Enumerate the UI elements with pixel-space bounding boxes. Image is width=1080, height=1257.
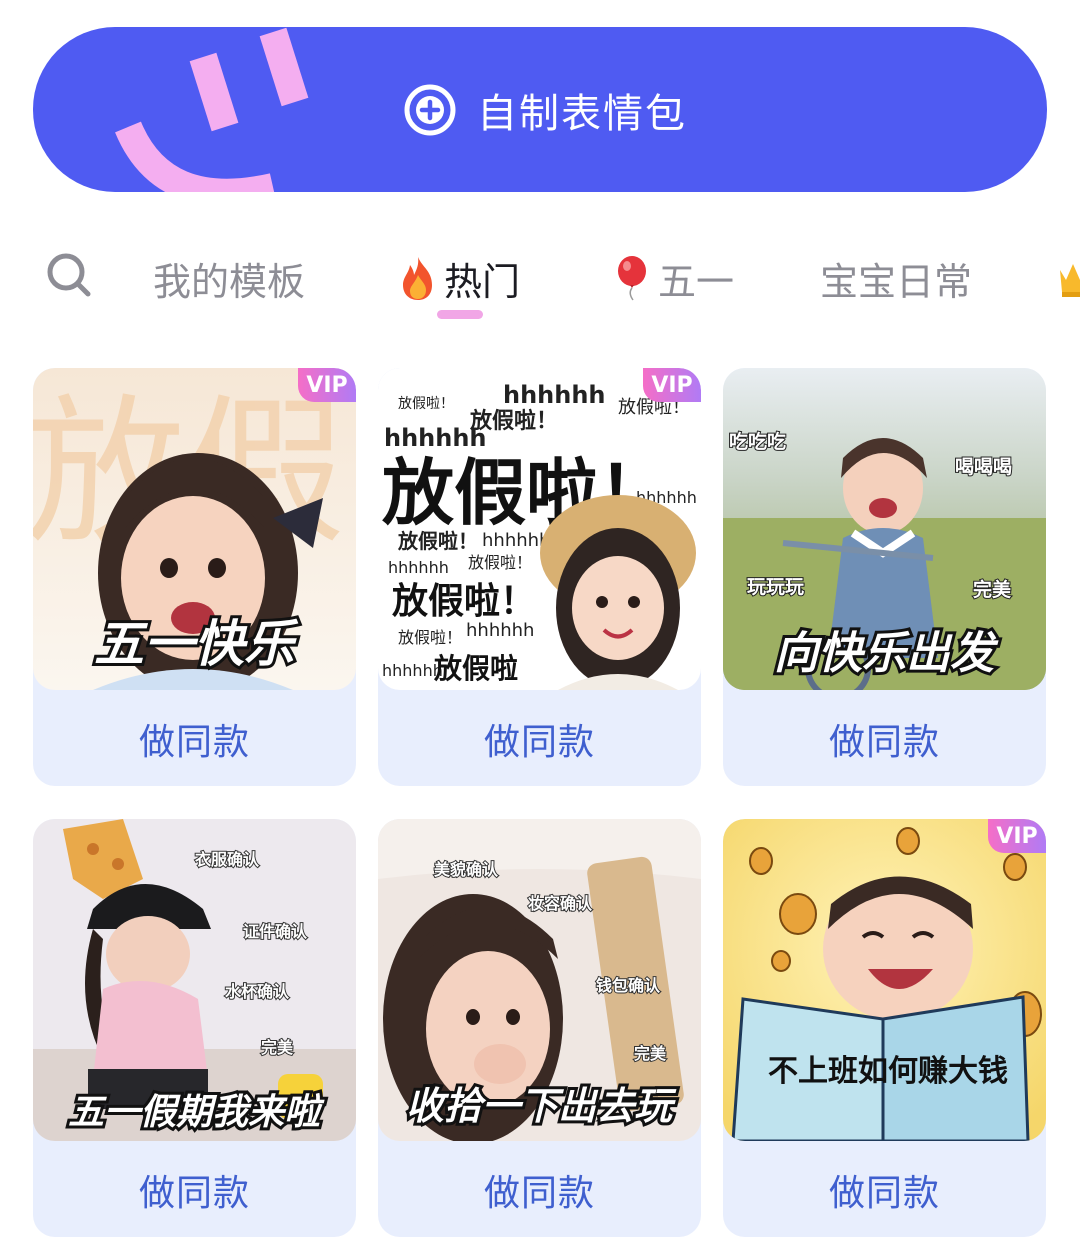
sticker-text: 喝喝喝 <box>955 456 1012 478</box>
tab-label: 宝宝日常 <box>820 259 973 304</box>
make-same-button[interactable]: 做同款 <box>33 1142 356 1237</box>
sticker-text: 钱包确认 <box>596 976 661 995</box>
plus-circle-icon <box>404 84 456 135</box>
sticker-text: 衣服确认 <box>195 850 260 869</box>
sticker-text: 妆容确认 <box>528 894 593 913</box>
make-same-button[interactable]: 做同款 <box>723 691 1046 786</box>
background-text: hhhhhh <box>503 381 606 409</box>
svg-text:放假啦: 放假啦 <box>433 652 518 685</box>
sticker-text: 美貌确认 <box>434 860 499 879</box>
tab-may-day[interactable]: 五一 <box>612 248 734 308</box>
template-thumbnail: 放假 五一快乐 VIP <box>33 368 356 690</box>
make-same-button[interactable]: 做同款 <box>378 1142 701 1237</box>
sticker-text: 完美 <box>634 1044 667 1063</box>
template-caption: 五一假期我来啦 <box>68 1092 325 1133</box>
template-card[interactable]: 放假 五一快乐 VIP 做同款 <box>33 368 356 786</box>
category-tab-bar: 我的模板 热门 五一 宝宝日常 <box>0 228 1080 328</box>
fire-icon <box>403 257 432 300</box>
svg-text:放假啦！: 放假啦！ <box>397 529 478 553</box>
template-caption: 五一快乐 <box>94 615 299 673</box>
tab-label: 热门 <box>444 259 521 304</box>
sticker-text: 完美 <box>261 1038 294 1057</box>
template-thumbnail: 不上班如何赚大钱 VIP <box>723 819 1046 1141</box>
svg-text:放假啦！: 放假啦！ <box>398 628 462 647</box>
tab-my-templates[interactable]: 我的模板 <box>153 248 305 308</box>
svg-text:放假啦！: 放假啦！ <box>398 395 454 412</box>
svg-text:放假啦！: 放假啦！ <box>468 553 532 572</box>
vip-badge: VIP <box>988 819 1046 853</box>
make-same-button[interactable]: 做同款 <box>723 1142 1046 1237</box>
sticker-text: 完美 <box>973 578 1012 601</box>
svg-text:放假啦！: 放假啦！ <box>392 581 536 622</box>
template-caption: 收拾一下出去玩 <box>406 1084 677 1128</box>
svg-text:放假啦！: 放假啦！ <box>469 408 558 434</box>
template-card[interactable]: 不上班如何赚大钱 VIP 做同款 <box>723 819 1046 1237</box>
template-card[interactable]: 美貌确认 妆容确认 钱包确认 完美 收拾一下出去玩 做同款 <box>378 819 701 1237</box>
template-caption: 向快乐出发 <box>774 628 999 679</box>
template-thumbnail: 吃吃吃 喝喝喝 玩玩玩 完美 向快乐出发 <box>723 368 1046 690</box>
sticker-text: 证件确认 <box>243 922 308 941</box>
svg-text:hhhhhh: hhhhhh <box>482 530 550 551</box>
make-same-button[interactable]: 做同款 <box>33 691 356 786</box>
sticker-text: 玩玩玩 <box>747 576 804 598</box>
active-tab-indicator <box>437 310 483 319</box>
smiley-decoration-icon <box>115 27 309 192</box>
template-thumbnail: 美貌确认 妆容确认 钱包确认 完美 收拾一下出去玩 <box>378 819 701 1141</box>
sticker-text: 水杯确认 <box>225 982 290 1001</box>
caption-overlay: 五一快乐 <box>91 612 302 676</box>
balloon-icon <box>618 256 646 301</box>
make-same-button[interactable]: 做同款 <box>378 691 701 786</box>
vip-badge: VIP <box>298 368 356 402</box>
template-thumbnail: 衣服确认 证件确认 水杯确认 完美 五一假期我来啦 <box>33 819 356 1141</box>
svg-text:hhhhhh: hhhhhh <box>388 558 449 577</box>
sticker-text: 吃吃吃 <box>729 430 786 453</box>
vip-badge: VIP <box>643 368 701 402</box>
create-sticker-label: 自制表情包 <box>477 90 687 137</box>
search-icon[interactable] <box>42 248 96 302</box>
tab-label: 五一 <box>658 259 735 304</box>
create-sticker-button[interactable]: 自制表情包 <box>33 27 1047 192</box>
crown-icon[interactable] <box>1058 256 1080 300</box>
template-caption: 不上班如何赚大钱 <box>768 1054 1008 1089</box>
tab-label: 我的模板 <box>153 259 306 304</box>
template-card[interactable]: hhhhhh hhhhhh 放假啦！ 放假啦！ 放假啦！ 放假啦！ 放假啦！ h… <box>378 368 701 786</box>
template-card[interactable]: 衣服确认 证件确认 水杯确认 完美 五一假期我来啦 做同款 <box>33 819 356 1237</box>
svg-text:hhhhhh: hhhhhh <box>466 620 534 641</box>
template-card[interactable]: 吃吃吃 喝喝喝 玩玩玩 完美 向快乐出发 做同款 <box>723 368 1046 786</box>
template-thumbnail: hhhhhh hhhhhh 放假啦！ 放假啦！ 放假啦！ 放假啦！ 放假啦！ h… <box>378 368 701 690</box>
tab-baby-daily[interactable]: 宝宝日常 <box>820 248 972 308</box>
tab-hot[interactable]: 热门 <box>398 248 520 308</box>
